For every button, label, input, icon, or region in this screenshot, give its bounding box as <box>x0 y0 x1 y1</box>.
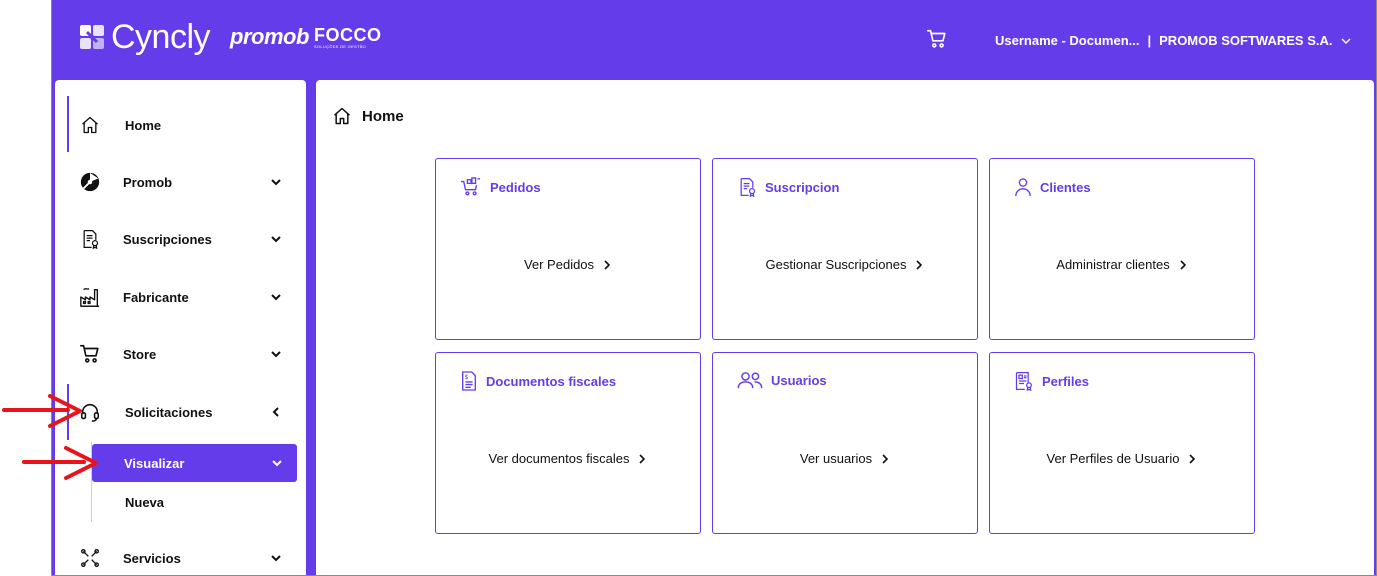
chevron-right-icon <box>637 453 647 464</box>
chevron-left-icon <box>269 405 283 419</box>
chevron-down-icon <box>1340 35 1352 47</box>
subscription-icon <box>737 177 757 197</box>
chevron-right-icon <box>914 259 924 270</box>
sidebar: Home Promob Suscripciones Fabricante Sto… <box>55 80 306 575</box>
focco-logo: FOCCO SOLUÇÕES DE GESTÃO <box>314 25 382 49</box>
card-pedidos: Pedidos Ver Pedidos <box>435 158 701 340</box>
username: Username - Documen... <box>995 33 1140 48</box>
cyncly-logo[interactable]: Cyncly <box>79 18 211 56</box>
chevron-down-icon <box>269 290 283 304</box>
annotation-arrow-icon <box>22 446 98 480</box>
annotation-arrow-icon <box>2 394 82 428</box>
promob-icon <box>79 171 101 193</box>
sidebar-subitem-nueva[interactable]: Nueva <box>125 495 164 510</box>
page-title: Home <box>362 107 404 125</box>
chevron-right-icon <box>880 453 890 464</box>
gestionar-suscripciones-link[interactable]: Gestionar Suscripciones <box>713 257 977 272</box>
subscription-icon <box>79 228 101 250</box>
card-suscripcion: Suscripcion Gestionar Suscripciones <box>712 158 978 340</box>
cart-icon[interactable] <box>926 28 948 50</box>
sidebar-item-home[interactable]: Home <box>55 105 306 145</box>
chevron-right-icon <box>1187 453 1197 464</box>
profile-icon <box>1014 371 1034 391</box>
ver-perfiles-link[interactable]: Ver Perfiles de Usuario <box>990 451 1254 466</box>
chevron-right-icon <box>602 259 612 270</box>
home-icon <box>79 114 101 136</box>
breadcrumb: Home <box>332 106 404 126</box>
sidebar-item-store[interactable]: Store <box>55 334 306 374</box>
factory-icon <box>79 286 101 308</box>
card-perfiles: Perfiles Ver Perfiles de Usuario <box>989 352 1255 534</box>
sidebar-subitem-visualizar[interactable]: Visualizar <box>92 444 297 482</box>
top-bar: Cyncly promob FOCCO SOLUÇÕES DE GESTÃO U… <box>52 0 1376 80</box>
chevron-right-icon <box>1178 259 1188 270</box>
card-clientes: Clientes Administrar clientes <box>989 158 1255 340</box>
ver-pedidos-link[interactable]: Ver Pedidos <box>436 257 700 272</box>
user-menu[interactable]: Username - Documen... | PROMOB SOFTWARES… <box>995 33 1352 48</box>
sidebar-item-fabricante[interactable]: Fabricante <box>55 277 306 317</box>
card-usuarios: Usuarios Ver usuarios <box>712 352 978 534</box>
ver-documentos-fiscales-link[interactable]: Ver documentos fiscales <box>436 451 700 466</box>
cyncly-logo-text: Cyncly <box>111 18 211 56</box>
sidebar-item-servicios[interactable]: Servicios <box>55 538 306 575</box>
users-icon <box>737 371 763 389</box>
chevron-down-icon <box>269 232 283 246</box>
user-icon <box>1014 177 1032 197</box>
chevron-down-icon <box>269 551 283 565</box>
administrar-clientes-link[interactable]: Administrar clientes <box>990 257 1254 272</box>
cyncly-logo-icon <box>79 24 105 50</box>
orders-cart-icon <box>460 177 482 197</box>
sidebar-item-suscripciones[interactable]: Suscripciones <box>55 219 306 259</box>
cart-icon <box>79 343 101 365</box>
user-separator: | <box>1147 33 1152 48</box>
chevron-down-icon <box>269 175 283 189</box>
svg-text:$: $ <box>465 374 469 381</box>
promob-logo: promob <box>230 24 309 49</box>
chevron-down-icon <box>269 347 283 361</box>
app-window: Cyncly promob FOCCO SOLUÇÕES DE GESTÃO U… <box>51 0 1377 576</box>
sidebar-item-promob[interactable]: Promob <box>55 162 306 202</box>
fiscal-document-icon: $ <box>460 371 478 391</box>
company-name: PROMOB SOFTWARES S.A. <box>1159 33 1333 48</box>
home-icon <box>332 106 352 126</box>
chevron-down-icon <box>270 456 284 470</box>
sidebar-item-solicitaciones[interactable]: Solicitaciones <box>55 392 306 432</box>
tools-icon <box>79 547 101 569</box>
card-documentos-fiscales: $ Documentos fiscales Ver documentos fis… <box>435 352 701 534</box>
main-content: Home Pedidos Ver Pedidos Suscripcion Ges… <box>316 80 1374 575</box>
ver-usuarios-link[interactable]: Ver usuarios <box>713 451 977 466</box>
